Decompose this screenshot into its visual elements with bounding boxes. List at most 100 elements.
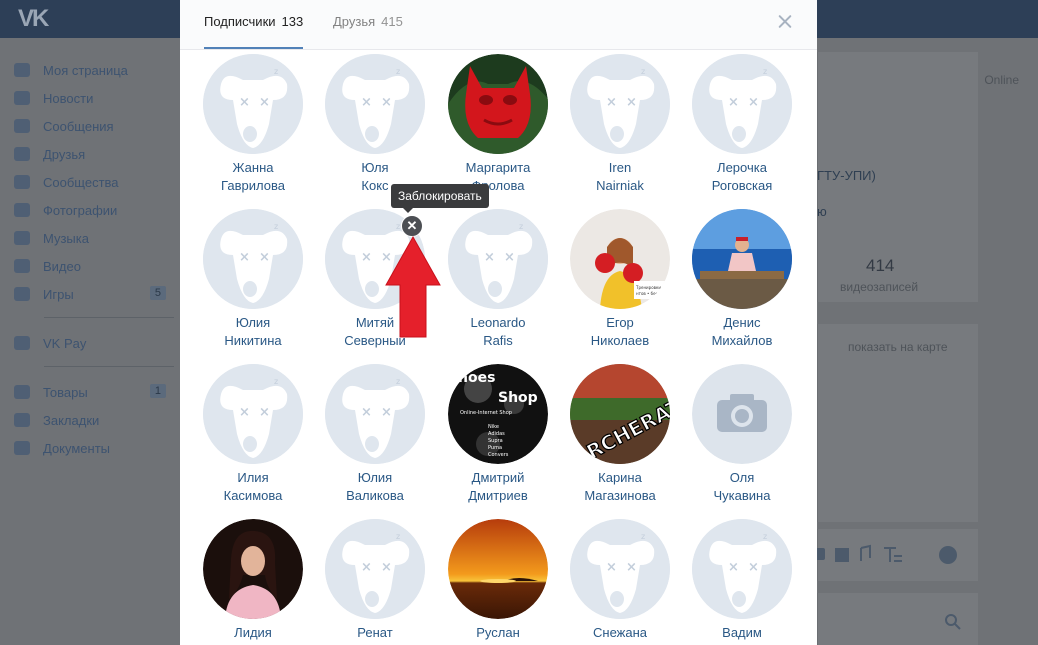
svg-text:×: × (626, 95, 637, 110)
avatar[interactable] (203, 519, 303, 619)
svg-text:z: z (274, 377, 278, 386)
default-avatar-icon[interactable]: × × z (203, 54, 303, 154)
follower-first-name[interactable]: Маргарита (437, 159, 559, 177)
follower-card[interactable]: Оля Чукавина (681, 364, 803, 505)
follower-card[interactable]: Руслан (437, 519, 559, 642)
follower-card[interactable]: × × z Жанна Гаврилова (192, 54, 314, 195)
close-icon[interactable] (777, 13, 793, 29)
follower-card[interactable]: × × z Илия Касимова (192, 364, 314, 505)
search-icon[interactable] (944, 613, 962, 631)
follower-card[interactable]: Маргарита Фролова (437, 54, 559, 195)
follower-card[interactable]: × × z Снежана (559, 519, 681, 642)
tab-friends[interactable]: Друзья 415 (333, 14, 403, 49)
sidebar-item[interactable]: Сообщества (14, 168, 174, 196)
follower-last-name[interactable]: Чукавина (681, 487, 803, 505)
follower-card[interactable]: RCHERAT Карина Магазинова (559, 364, 681, 505)
default-avatar-icon[interactable]: × × z (448, 209, 548, 309)
follower-card[interactable]: × × z Юля Кокс (314, 54, 436, 195)
follower-card[interactable]: × × z Юлия Валикова (314, 364, 436, 505)
follower-first-name[interactable]: Лерочка (681, 159, 803, 177)
avatar[interactable] (448, 54, 548, 154)
block-user-button[interactable]: ✕ (401, 215, 423, 237)
vk-logo[interactable]: VK (18, 5, 49, 33)
follower-last-name[interactable]: Rafis (437, 332, 559, 350)
follower-first-name[interactable]: Лидия (192, 624, 314, 642)
default-avatar-icon[interactable]: × × z (325, 519, 425, 619)
follower-first-name[interactable]: Илия (192, 469, 314, 487)
sidebar-item[interactable]: Фотографии (14, 196, 174, 224)
avatar[interactable] (448, 519, 548, 619)
sidebar-item[interactable]: Игры 5 (14, 280, 174, 308)
sidebar-item[interactable]: Моя страница (14, 56, 174, 84)
follower-last-name[interactable]: Михайлов (681, 332, 803, 350)
follower-first-name[interactable]: Карина (559, 469, 681, 487)
svg-text:z: z (396, 532, 400, 541)
follower-last-name[interactable]: Магазинова (559, 487, 681, 505)
follower-first-name[interactable]: Юлия (192, 314, 314, 332)
follower-last-name[interactable]: Валикова (314, 487, 436, 505)
follower-last-name[interactable]: Роговская (681, 177, 803, 195)
follower-card[interactable]: × × z Ренат (314, 519, 436, 642)
follower-first-name[interactable]: Снежана (559, 624, 681, 642)
default-avatar-icon[interactable]: × × z (692, 519, 792, 619)
follower-last-name[interactable]: Дмитриев (437, 487, 559, 505)
videos-count[interactable]: 414 (866, 256, 894, 276)
follower-first-name[interactable]: Iren (559, 159, 681, 177)
follower-card[interactable]: hoes Shop Online-Internet Shop Nike Adidas Su… (437, 364, 559, 505)
sidebar-item[interactable]: Видео (14, 252, 174, 280)
svg-text:×: × (748, 560, 759, 575)
follower-last-name[interactable]: Гаврилова (192, 177, 314, 195)
tab-subscribers[interactable]: Подписчики 133 (204, 14, 304, 49)
avatar[interactable] (692, 364, 792, 464)
default-avatar-icon[interactable]: × × z (570, 54, 670, 154)
follower-first-name[interactable]: Ренат (314, 624, 436, 642)
avatar[interactable] (692, 209, 792, 309)
follower-card[interactable]: × × z Iren Nairniak (559, 54, 681, 195)
follower-card[interactable]: × × z Вадим (681, 519, 803, 642)
avatar[interactable]: RCHERAT (570, 364, 670, 464)
follower-first-name[interactable]: Юля (314, 159, 436, 177)
follower-first-name[interactable]: Вадим (681, 624, 803, 642)
follower-first-name[interactable]: Денис (681, 314, 803, 332)
follower-last-name[interactable]: Никитина (192, 332, 314, 350)
avatar[interactable]: hoes Shop Online-Internet Shop Nike Adidas Su… (448, 364, 548, 464)
follower-card[interactable]: × × z Leonardo Rafis (437, 209, 559, 350)
show-on-map-link[interactable]: показать на карте (848, 340, 948, 354)
follower-last-name[interactable]: Николаев (559, 332, 681, 350)
follower-first-name[interactable]: Егор (559, 314, 681, 332)
follower-first-name[interactable]: Оля (681, 469, 803, 487)
follower-card[interactable]: × × z Юлия Никитина (192, 209, 314, 350)
follower-card[interactable]: Тренировки для студентов • бесплатно!!! Е… (559, 209, 681, 350)
svg-text:z: z (641, 532, 645, 541)
sidebar-item[interactable]: VK Pay (14, 329, 174, 357)
sidebar-item[interactable]: Музыка (14, 224, 174, 252)
svg-text:×: × (748, 95, 759, 110)
default-avatar-icon[interactable]: × × z (570, 519, 670, 619)
follower-card[interactable]: Лидия (192, 519, 314, 642)
sidebar-item[interactable]: Товары 1 (14, 378, 174, 406)
default-avatar-icon[interactable]: × × z (325, 54, 425, 154)
sidebar-item[interactable]: Новости (14, 84, 174, 112)
videos-label[interactable]: видеозаписей (840, 280, 918, 294)
svg-text:×: × (361, 405, 372, 420)
default-avatar-icon[interactable]: × × z (692, 54, 792, 154)
partial-text: ю (817, 204, 827, 219)
default-avatar-icon[interactable]: × × z (325, 364, 425, 464)
follower-last-name[interactable]: Касимова (192, 487, 314, 505)
follower-first-name[interactable]: Руслан (437, 624, 559, 642)
follower-first-name[interactable]: Leonardo (437, 314, 559, 332)
follower-card[interactable]: × × z Лерочка Роговская (681, 54, 803, 195)
follower-last-name[interactable]: Nairniak (559, 177, 681, 195)
sidebar-item[interactable]: Сообщения (14, 112, 174, 140)
default-avatar-icon[interactable]: × × z (203, 209, 303, 309)
follower-first-name[interactable]: Юлия (314, 469, 436, 487)
follower-first-name[interactable]: Жанна (192, 159, 314, 177)
avatar[interactable]: Тренировки для студентов • бесплатно!!! (570, 209, 670, 309)
default-avatar-icon[interactable]: × × z (203, 364, 303, 464)
sidebar-item[interactable]: Закладки (14, 406, 174, 434)
svg-text:Online-Internet Shop: Online-Internet Shop (460, 410, 512, 416)
sidebar-item[interactable]: Документы (14, 434, 174, 462)
follower-card[interactable]: Денис Михайлов (681, 209, 803, 350)
sidebar-item[interactable]: Друзья (14, 140, 174, 168)
follower-first-name[interactable]: Дмитрий (437, 469, 559, 487)
